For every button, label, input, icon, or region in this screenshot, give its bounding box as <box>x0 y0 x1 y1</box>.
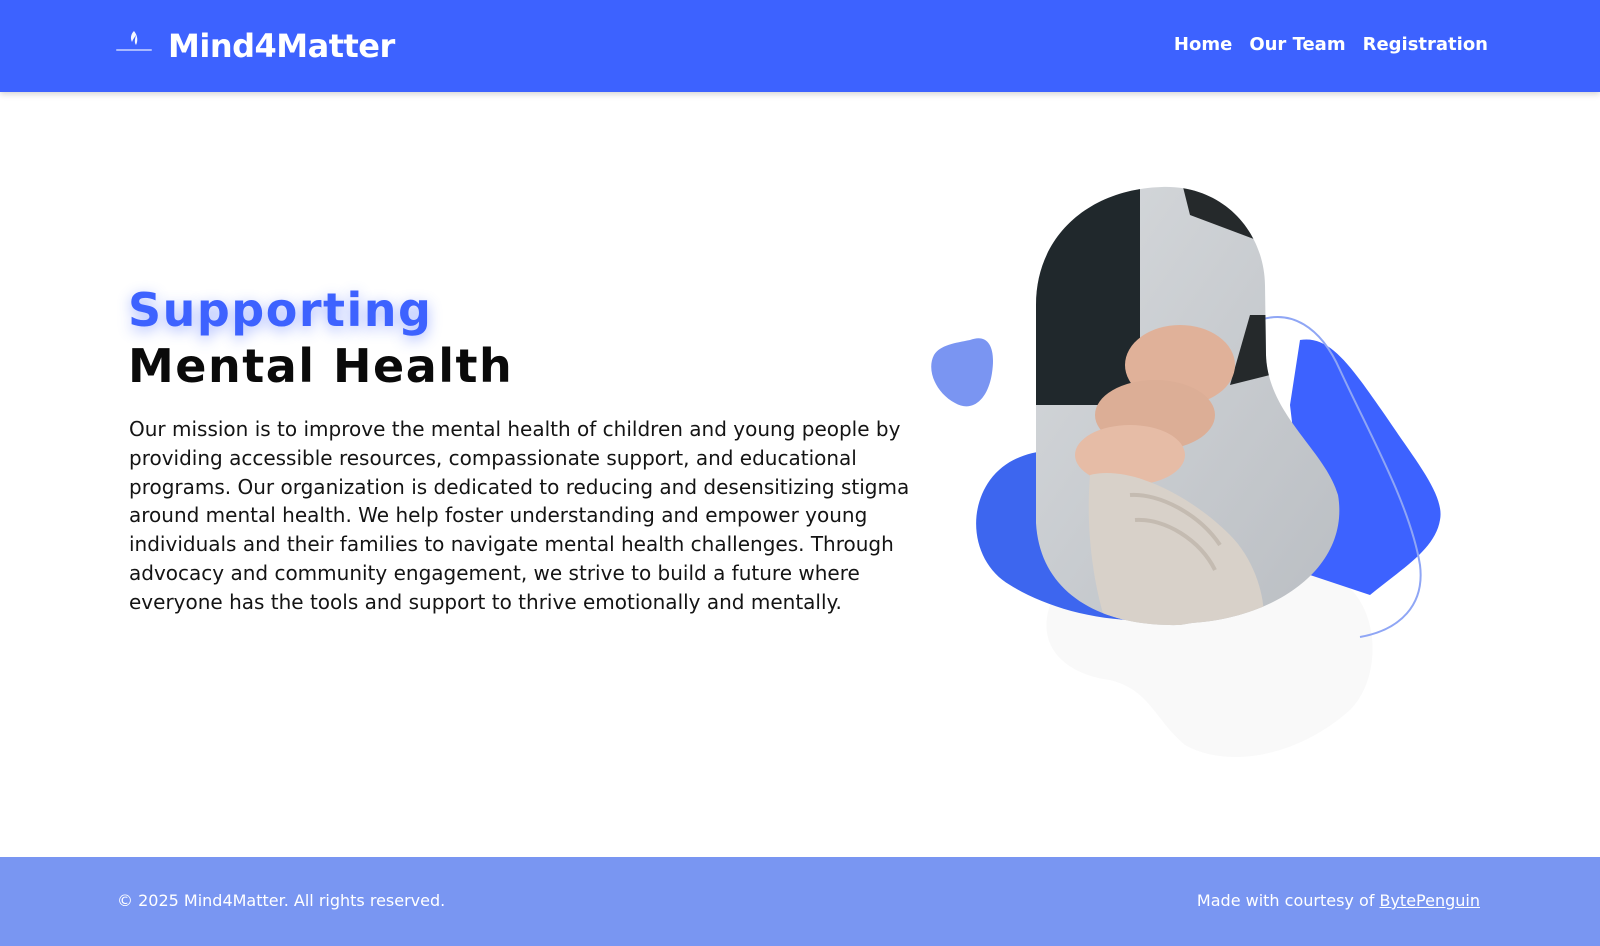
bytepenguin-link[interactable]: BytePenguin <box>1379 891 1480 910</box>
mission-statement: Our mission is to improve the mental hea… <box>129 417 910 614</box>
hero-title-highlight: Supporting <box>128 283 433 337</box>
small-blue-blob-shape <box>931 338 994 407</box>
nav-registration-link[interactable]: Registration <box>1363 33 1488 57</box>
nav-home-link[interactable]: Home <box>1174 33 1232 57</box>
main-nav: Home Our Team Registration <box>1174 33 1488 57</box>
credit-prefix: Made with courtesy of <box>1196 891 1375 910</box>
copyright-text: © 2025 Mind4Matter. All rights reserved. <box>117 891 446 910</box>
hero-blob-art <box>931 186 1441 758</box>
mind4matter-logo-icon[interactable] <box>114 27 154 57</box>
footer-credit: Made with courtesy of BytePenguin <box>1197 891 1480 911</box>
brand-name[interactable]: Mind4Matter <box>168 26 395 66</box>
nav-our-team-link[interactable]: Our Team <box>1249 33 1345 57</box>
hero-title: Mental Health <box>128 339 514 393</box>
site-footer: © 2025 Mind4Matter. All rights reserved.… <box>0 857 1600 946</box>
site-header: Mind4Matter Home Our Team Registration <box>0 0 1600 92</box>
hero-illustration <box>930 175 1490 765</box>
